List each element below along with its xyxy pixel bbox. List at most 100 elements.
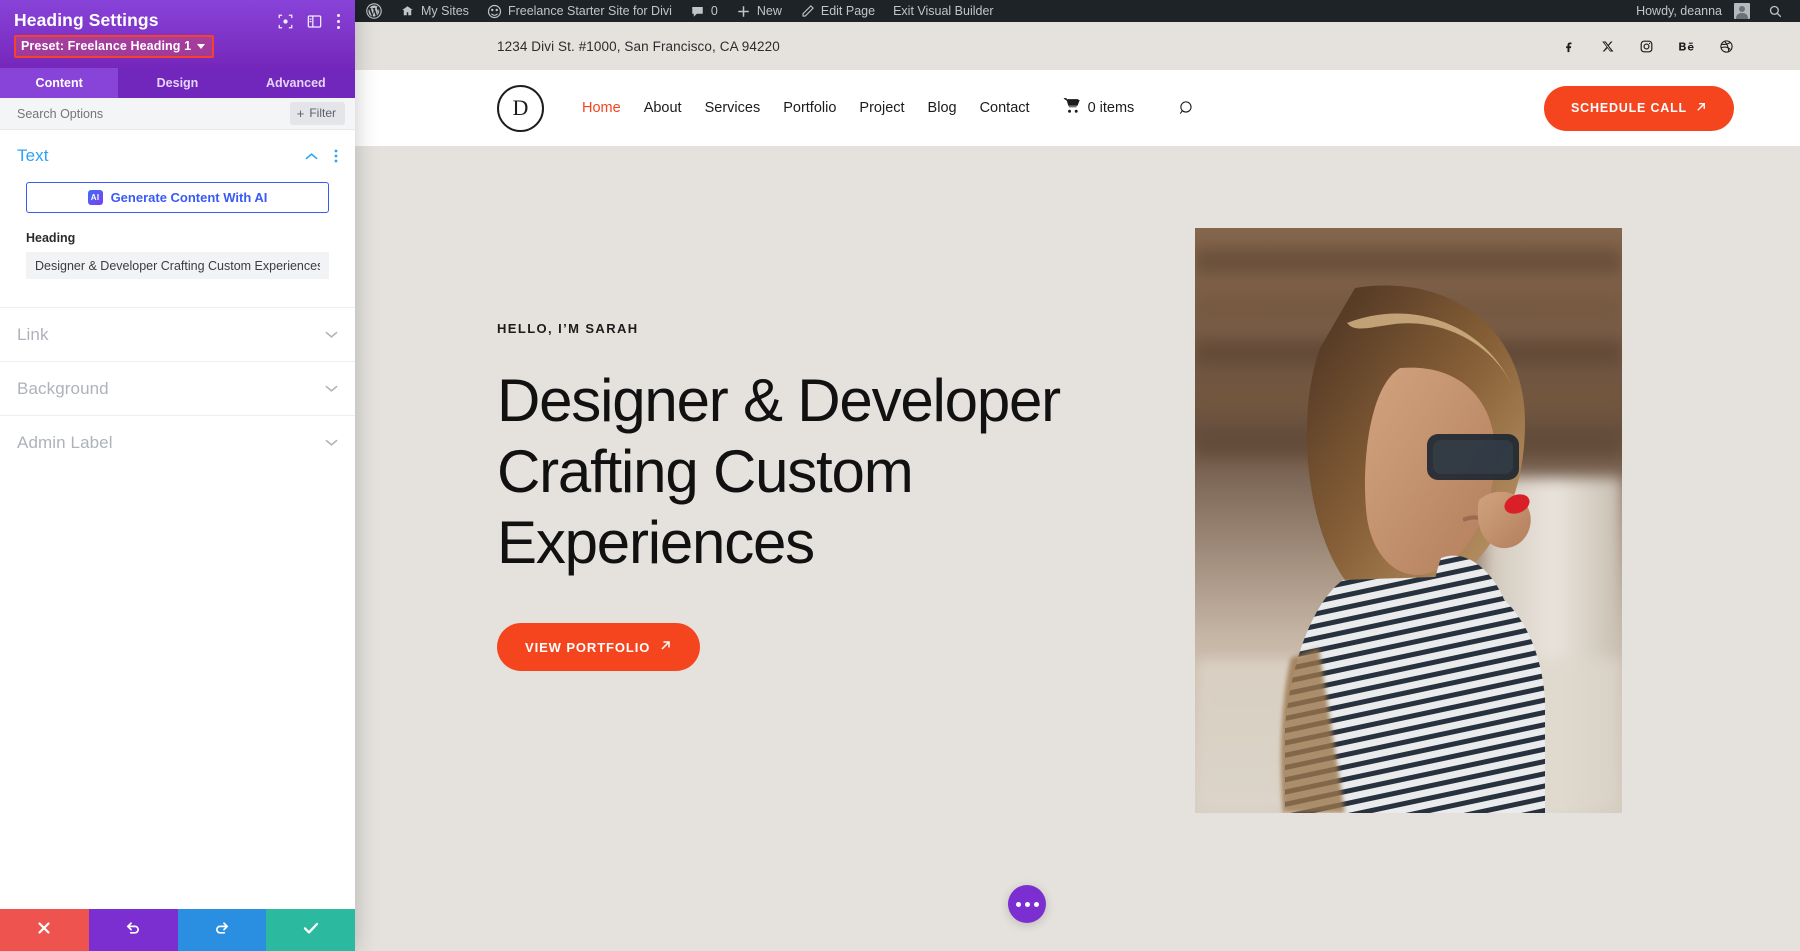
account-menu[interactable]: Howdy, deanna bbox=[1627, 0, 1759, 22]
primary-menu: Home About Services Portfolio Project Bl… bbox=[582, 97, 1196, 119]
new-label: New bbox=[756, 4, 782, 18]
heading-field-label: Heading bbox=[26, 231, 76, 245]
filter-button[interactable]: + Filter bbox=[289, 102, 345, 125]
group-background-label: Background bbox=[17, 378, 109, 398]
dot bbox=[1024, 901, 1030, 907]
social-links bbox=[1561, 39, 1734, 54]
group-more-menu-icon[interactable] bbox=[334, 149, 338, 163]
panel-more-menu-icon[interactable] bbox=[336, 13, 341, 30]
nav-item-blog[interactable]: Blog bbox=[928, 100, 957, 116]
text-group-title: Text bbox=[17, 146, 49, 165]
panel-body: Text AI Generate Content With AI Heading… bbox=[0, 130, 355, 909]
comment-count: 0 bbox=[710, 4, 718, 18]
comment-bubble-icon bbox=[690, 4, 705, 19]
save-button[interactable] bbox=[266, 909, 355, 951]
site-search-icon[interactable] bbox=[1179, 100, 1196, 117]
visual-builder-preview: 1234 Divi St. #1000, San Francisco, CA 9… bbox=[355, 22, 1800, 951]
nav-item-about[interactable]: About bbox=[644, 100, 682, 116]
dribbble-icon[interactable] bbox=[1719, 39, 1734, 54]
nav-item-portfolio[interactable]: Portfolio bbox=[783, 100, 836, 116]
exit-visual-builder-link[interactable]: Exit Visual Builder bbox=[884, 0, 1003, 22]
nav-item-contact[interactable]: Contact bbox=[980, 100, 1030, 116]
instagram-icon[interactable] bbox=[1639, 39, 1654, 54]
tab-content[interactable]: Content bbox=[0, 68, 119, 98]
panel-title: Heading Settings bbox=[14, 10, 159, 30]
discard-changes-button[interactable] bbox=[0, 909, 89, 951]
comments-menu[interactable]: 0 bbox=[681, 0, 727, 22]
builder-settings-fab[interactable] bbox=[1008, 885, 1046, 923]
nav-item-services[interactable]: Services bbox=[705, 100, 761, 116]
admin-bar-right-group: Howdy, deanna bbox=[1627, 0, 1800, 22]
undo-icon bbox=[125, 920, 141, 941]
arrow-up-right-icon bbox=[659, 639, 672, 655]
redo-button[interactable] bbox=[177, 909, 267, 951]
heading-input[interactable] bbox=[26, 252, 329, 279]
schedule-call-button[interactable]: SCHEDULE CALL bbox=[1544, 85, 1734, 131]
heading-settings-panel: Heading Settings Preset: Freelance Headi… bbox=[0, 0, 355, 951]
wordpress-logo-menu[interactable] bbox=[357, 0, 391, 22]
view-portfolio-label: VIEW PORTFOLIO bbox=[525, 639, 651, 655]
facebook-icon[interactable] bbox=[1561, 39, 1576, 54]
group-link-label: Link bbox=[17, 324, 49, 344]
avatar bbox=[1734, 3, 1750, 19]
close-icon bbox=[37, 921, 51, 940]
group-link[interactable]: Link bbox=[0, 307, 355, 361]
sites-icon bbox=[400, 4, 415, 19]
panel-header: Heading Settings Preset: Freelance Headi… bbox=[0, 0, 355, 68]
site-logo[interactable]: D bbox=[497, 84, 544, 132]
edit-page-link[interactable]: Edit Page bbox=[791, 0, 884, 22]
hero-text-column: HELLO, I’M SARAH Designer & Developer Cr… bbox=[355, 146, 1115, 951]
behance-icon[interactable] bbox=[1678, 39, 1695, 54]
plus-icon bbox=[736, 4, 751, 19]
edit-page-label: Edit Page bbox=[820, 4, 876, 18]
search-icon bbox=[1768, 4, 1783, 19]
chevron-down-icon[interactable] bbox=[325, 326, 338, 344]
schedule-call-label: SCHEDULE CALL bbox=[1571, 101, 1687, 115]
site-top-bar: 1234 Divi St. #1000, San Francisco, CA 9… bbox=[355, 22, 1800, 70]
my-sites-menu[interactable]: My Sites bbox=[391, 0, 478, 22]
chevron-up-icon[interactable] bbox=[305, 152, 318, 161]
nav-item-project[interactable]: Project bbox=[859, 100, 904, 116]
admin-search-button[interactable] bbox=[1759, 0, 1792, 22]
tab-advanced[interactable]: Advanced bbox=[237, 68, 355, 98]
cart-item-count: 0 items bbox=[1087, 100, 1135, 116]
redo-icon bbox=[214, 920, 230, 941]
search-input[interactable] bbox=[17, 106, 217, 121]
group-admin-label[interactable]: Admin Label bbox=[0, 415, 355, 469]
text-group-header[interactable]: Text bbox=[0, 130, 355, 176]
new-content-menu[interactable]: New bbox=[727, 0, 791, 22]
chevron-down-icon bbox=[197, 43, 206, 49]
arrow-up-right-icon bbox=[1695, 101, 1707, 116]
focus-target-icon[interactable] bbox=[278, 14, 293, 29]
generate-content-with-ai-button[interactable]: AI Generate Content With AI bbox=[26, 182, 329, 213]
cart-link[interactable]: 0 items bbox=[1063, 97, 1135, 119]
my-sites-label: My Sites bbox=[421, 4, 469, 18]
panel-layout-icon[interactable] bbox=[307, 14, 322, 29]
view-portfolio-button[interactable]: VIEW PORTFOLIO bbox=[497, 623, 701, 672]
panel-tabs: Content Design Advanced bbox=[0, 68, 355, 98]
preset-label: Preset: Freelance Heading 1 bbox=[21, 39, 192, 53]
plus-icon: + bbox=[296, 105, 305, 121]
chevron-down-icon[interactable] bbox=[325, 434, 338, 452]
nav-item-home[interactable]: Home bbox=[582, 100, 621, 116]
hero-portrait-image[interactable] bbox=[1195, 228, 1622, 813]
undo-button[interactable] bbox=[88, 909, 178, 951]
site-name-label: Freelance Starter Site for Divi bbox=[507, 4, 672, 18]
generate-ai-label: Generate Content With AI bbox=[110, 190, 268, 205]
group-admin-label-label: Admin Label bbox=[17, 432, 113, 452]
chevron-down-icon[interactable] bbox=[325, 380, 338, 398]
site-navigation-bar: D Home About Services Portfolio Project … bbox=[355, 70, 1800, 146]
dashboard-icon bbox=[487, 4, 502, 19]
ai-badge-icon: AI bbox=[87, 190, 103, 205]
hero-eyebrow: HELLO, I’M SARAH bbox=[497, 321, 639, 336]
preset-selector[interactable]: Preset: Freelance Heading 1 bbox=[14, 35, 215, 58]
site-name-menu[interactable]: Freelance Starter Site for Divi bbox=[478, 0, 681, 22]
tab-design[interactable]: Design bbox=[118, 68, 236, 98]
heading-field: Heading bbox=[0, 213, 355, 279]
hero-heading[interactable]: Designer & Developer Crafting Custom Exp… bbox=[497, 366, 1115, 578]
panel-header-actions bbox=[278, 10, 341, 30]
x-twitter-icon[interactable] bbox=[1600, 39, 1615, 54]
group-background[interactable]: Background bbox=[0, 361, 355, 415]
options-search-bar: + Filter bbox=[0, 98, 355, 130]
